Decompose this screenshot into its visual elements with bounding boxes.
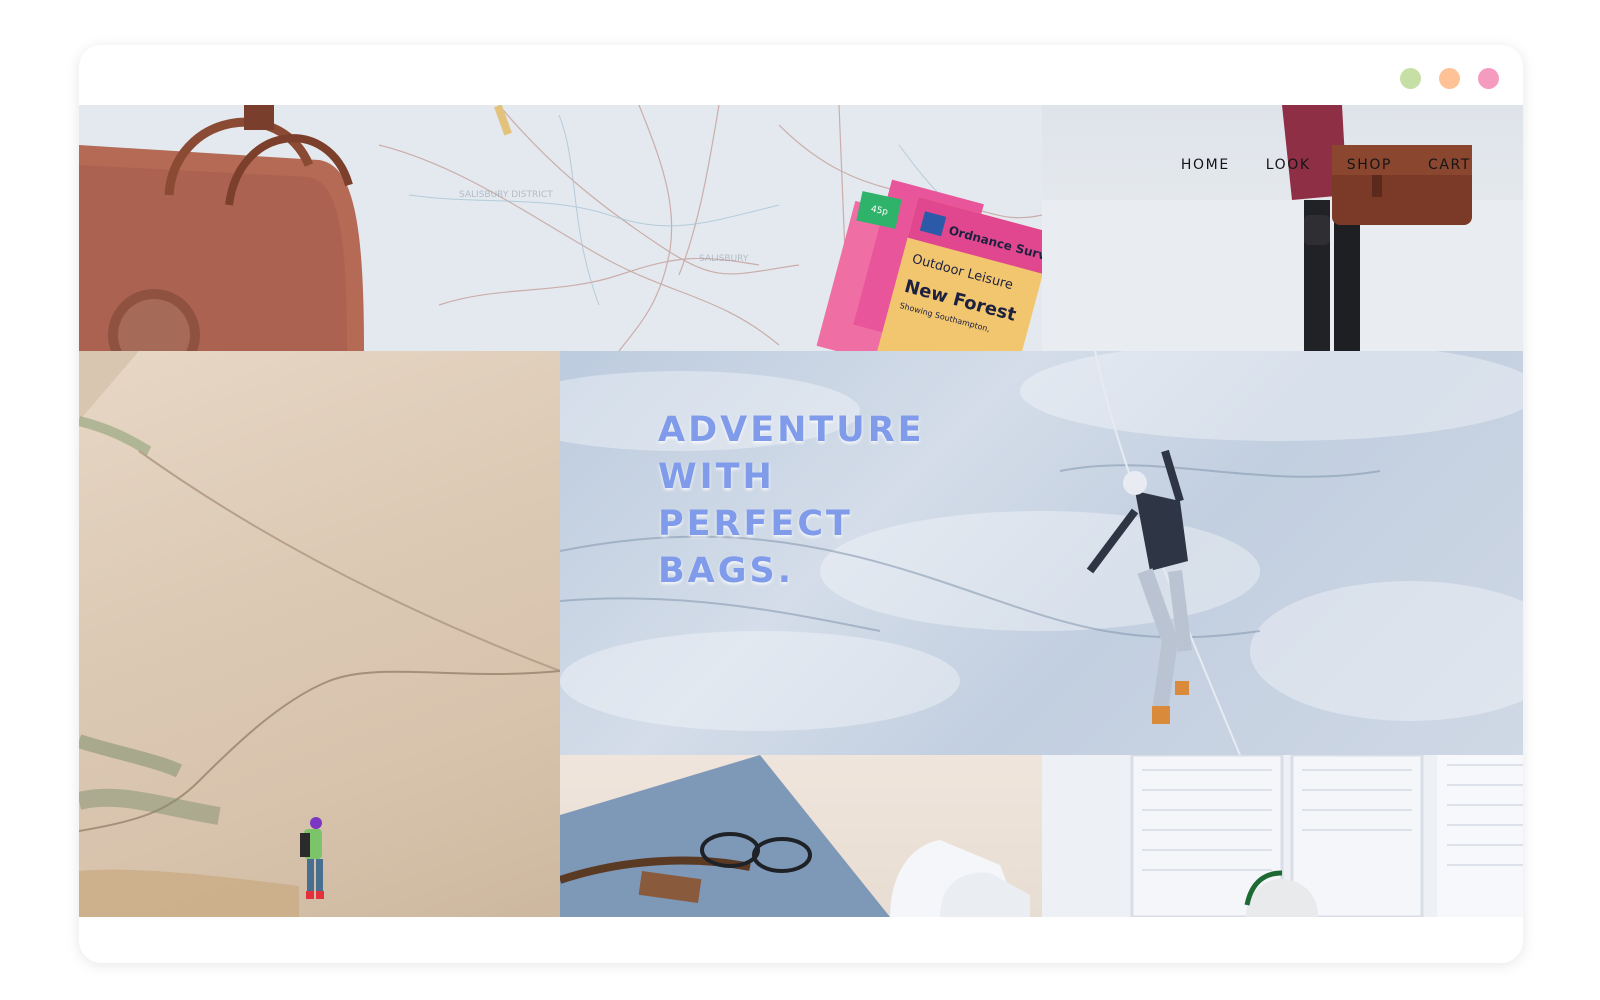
ice-climber-photo: ADVENTURE WITH PERFECT BAGS. [560,351,1523,755]
hero-line-1: ADVENTURE [658,410,925,450]
hero-line-4: BAGS. [658,551,794,591]
hero-headline: ADVENTURE WITH PERFECT BAGS. [658,407,925,595]
man-illustration [1042,105,1523,351]
main-nav: HOME LOOK SHOP CART [1181,157,1471,173]
hills-illustration [79,351,560,917]
shutters-globe-photo [1042,755,1523,917]
photo-grid: SALISBURY DISTRICT SALISBURY Ordnance Su… [79,105,1523,917]
hero-line-2: WITH [658,457,775,497]
nav-cart-link[interactable]: CART [1428,157,1471,173]
beach-bag-photo [560,755,1042,917]
svg-text:SALISBURY DISTRICT: SALISBURY DISTRICT [459,190,553,200]
svg-text:SALISBURY: SALISBURY [699,254,749,264]
sand-illustration [560,755,1030,917]
nav-look-link[interactable]: LOOK [1266,157,1311,173]
window-controls [1400,68,1499,89]
hiker-hills-photo [79,351,560,917]
leather-bag-photo: HOME LOOK SHOP CART [1042,105,1523,351]
green-dot[interactable] [1400,68,1421,89]
hero-line-3: PERFECT [658,504,853,544]
shutters-illustration [1042,755,1523,917]
nav-shop-link[interactable]: SHOP [1347,157,1392,173]
orange-dot[interactable] [1439,68,1460,89]
nav-home-link[interactable]: HOME [1181,157,1230,173]
browser-window: SALISBURY DISTRICT SALISBURY Ordnance Su… [79,45,1523,963]
pink-dot[interactable] [1478,68,1499,89]
map-illustration: SALISBURY DISTRICT SALISBURY Ordnance Su… [79,105,1042,351]
map-backpack-photo: SALISBURY DISTRICT SALISBURY Ordnance Su… [79,105,1042,351]
